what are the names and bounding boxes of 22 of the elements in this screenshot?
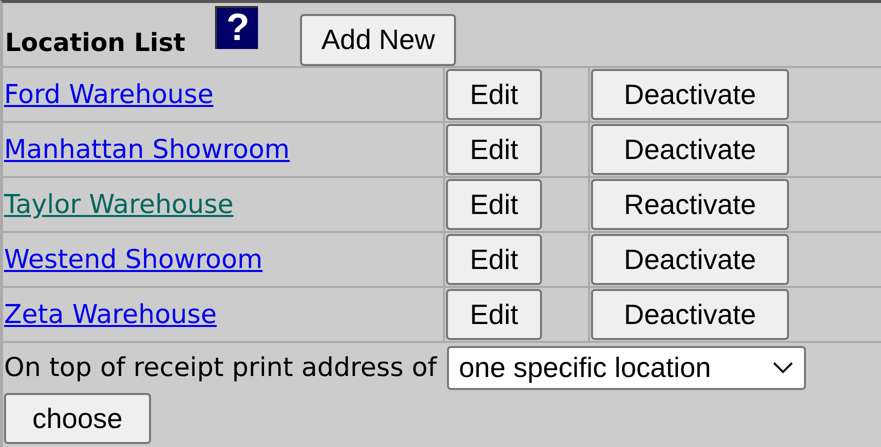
location-link[interactable]: Ford Warehouse	[4, 76, 214, 115]
edit-button[interactable]: Edit	[446, 124, 542, 175]
help-icon[interactable]: ?	[215, 6, 258, 49]
location-link[interactable]: Manhattan Showroom	[4, 131, 290, 170]
location-link[interactable]: Westend Showroom	[4, 241, 263, 280]
location-select[interactable]: one specific location	[446, 346, 806, 390]
section-title: Location List	[5, 26, 186, 59]
receipt-label: On top of receipt print address of	[4, 352, 437, 384]
location-link[interactable]: Zeta Warehouse	[4, 296, 217, 335]
edit-button[interactable]: Edit	[446, 179, 542, 230]
edit-button[interactable]: Edit	[446, 69, 542, 120]
deactivate-button[interactable]: Deactivate	[591, 289, 789, 340]
add-new-button[interactable]: Add New	[300, 14, 456, 66]
location-link[interactable]: Taylor Warehouse	[4, 186, 234, 225]
edit-button[interactable]: Edit	[446, 234, 542, 285]
deactivate-button[interactable]: Deactivate	[591, 234, 789, 285]
deactivate-button[interactable]: Deactivate	[591, 69, 789, 120]
deactivate-button[interactable]: Deactivate	[591, 124, 789, 175]
reactivate-button[interactable]: Reactivate	[591, 179, 789, 230]
chevron-down-icon	[772, 361, 794, 375]
choose-button[interactable]: choose	[4, 393, 151, 444]
edit-button[interactable]: Edit	[446, 289, 542, 340]
